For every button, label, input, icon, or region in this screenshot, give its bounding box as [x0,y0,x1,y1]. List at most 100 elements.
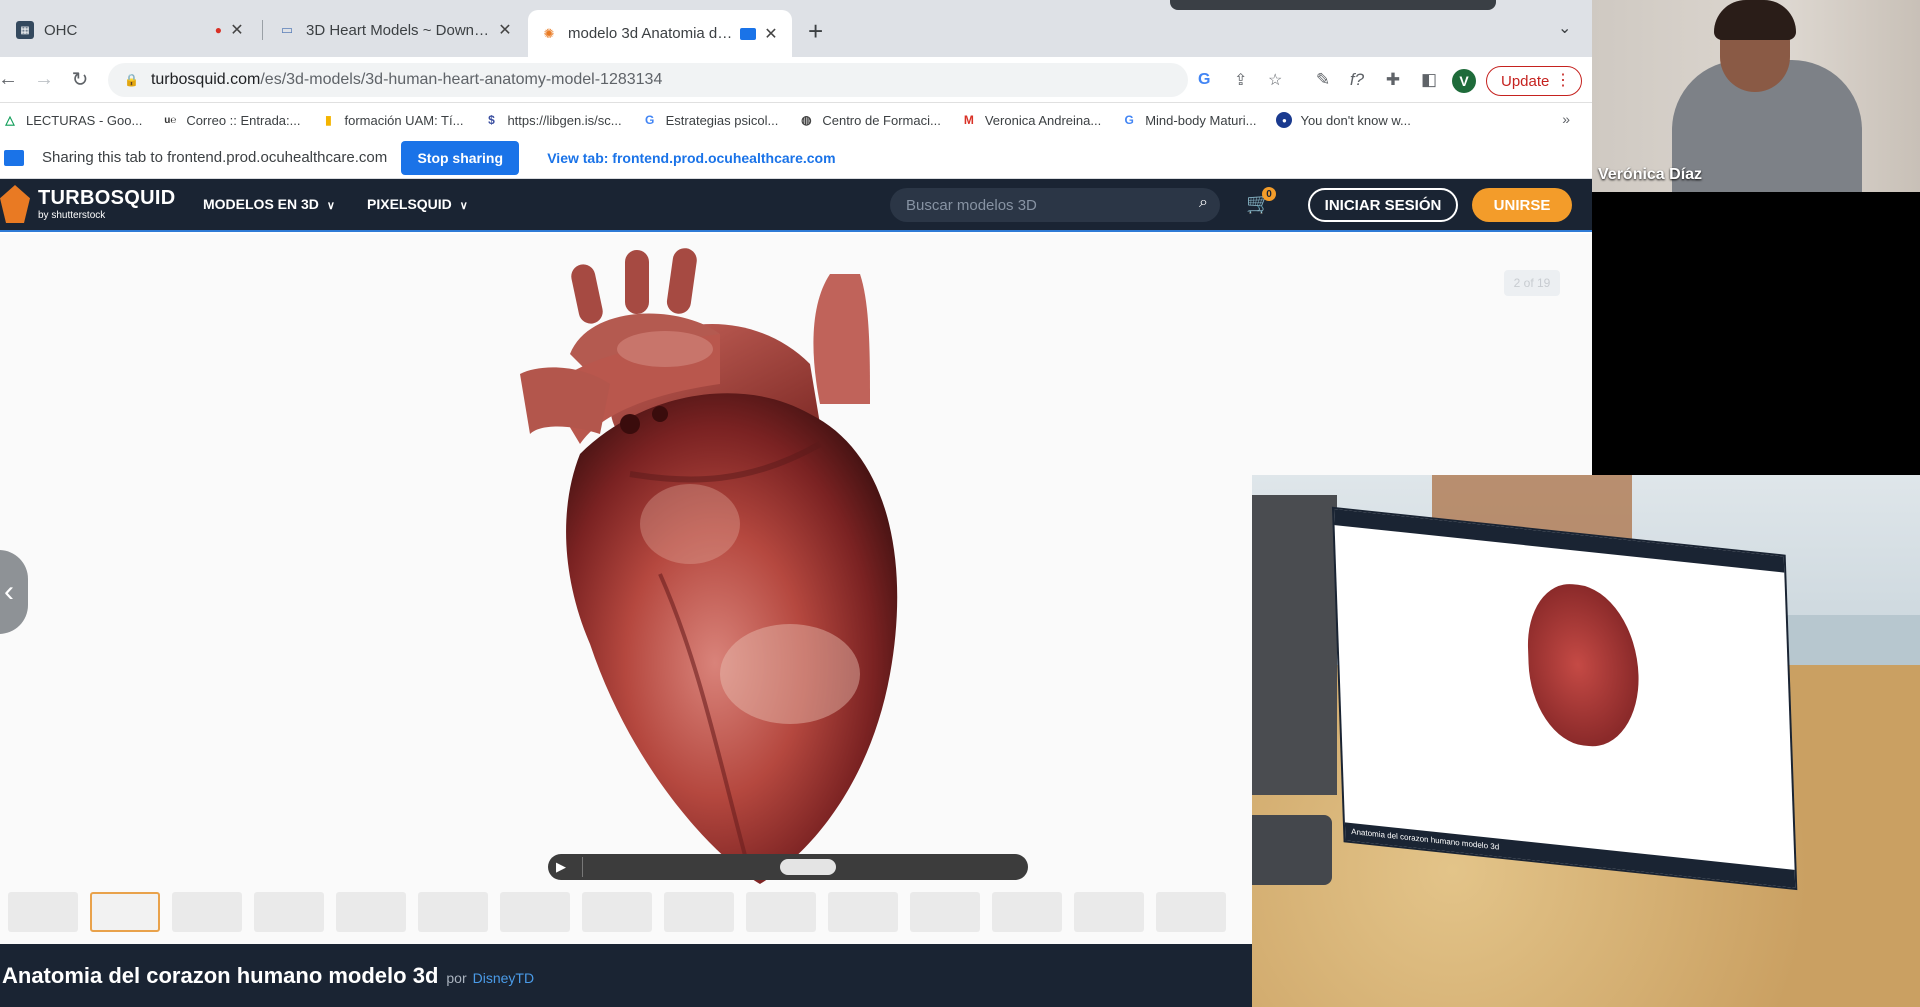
casting-icon [740,27,756,40]
close-icon[interactable]: ✕ [762,24,780,44]
bookmark-item[interactable]: M Veronica Andreina... [961,112,1101,128]
recording-icon: ● [214,23,222,37]
bookmark-item[interactable]: $ https://libgen.is/sc... [483,112,622,128]
cart-badge: 0 [1262,187,1276,201]
profile-avatar[interactable]: V [1452,69,1476,93]
view-tab-link[interactable]: View tab: frontend.prod.ocuhealthcare.co… [547,150,835,166]
vr-hand-icon [1252,815,1332,885]
thumbnail-item[interactable] [90,892,160,932]
bookmark-item[interactable]: ◍ Centro de Formaci... [798,112,941,128]
login-button[interactable]: INICIAR SESIÓN [1308,188,1458,222]
thumbnail-item[interactable] [828,892,898,932]
close-icon[interactable]: ✕ [496,20,514,40]
update-button[interactable]: Update ⋮ [1486,66,1582,96]
site-navbar: TURBOSQUID by shutterstock MODELOS EN 3D… [0,179,1592,232]
thumbnail-item[interactable] [582,892,652,932]
bookmarks-overflow-icon[interactable]: » [1562,111,1570,127]
more-icon[interactable]: ⋮ [1555,70,1571,90]
browser-toolbar: ← → ↻ 🔒 turbosquid.com/es/3d-models/3d-h… [0,57,1592,103]
search-icon[interactable]: ⌕ [1199,194,1208,212]
squid-logo-icon [0,185,30,223]
bookmark-item[interactable]: u℮ Correo :: Entrada:... [162,112,300,128]
back-icon[interactable]: ← [0,65,22,93]
sharing-message: Sharing this tab to frontend.prod.ocuhea… [42,149,388,166]
chevron-down-icon: ∨ [459,200,468,212]
forward-icon[interactable]: → [30,65,58,93]
thumbnail-item[interactable] [172,892,242,932]
close-icon[interactable]: ✕ [228,20,246,40]
vr-heart-model [1525,579,1642,752]
site-icon: ● [1276,112,1293,128]
bookmark-icon: ▮ [325,113,332,127]
model-title: Anatomia del corazon humano modelo 3d [2,962,439,988]
gmail-icon: M [963,113,974,127]
thumbnail-item[interactable] [336,892,406,932]
author-link[interactable]: DisneyTD [473,970,534,986]
bookmark-item[interactable]: G Estrategias psicol... [642,112,778,128]
star-icon[interactable]: ☆ [1268,70,1282,90]
lock-icon: 🔒 [124,73,139,87]
by-label: por [446,969,467,986]
image-counter: 2 of 19 [1504,270,1560,296]
google-icon: G [1124,113,1134,127]
thumbnail-item[interactable] [254,892,324,932]
bookmark-item[interactable]: ● You don't know w... [1276,112,1411,128]
tab-heart-models[interactable]: ▭ 3D Heart Models ~ Download ✕ [266,10,526,50]
model-search-input[interactable]: Buscar modelos 3D ⌕ [890,188,1220,222]
tab-title: OHC [44,21,78,39]
blank-video-tile [1592,192,1920,475]
tab-ohc[interactable]: ▦ OHC ● ✕ [4,10,258,50]
tab-title: modelo 3d Anatomia del c [568,25,734,42]
page-icon: ▭ [280,22,294,37]
rotation-slider[interactable]: ▶ [548,854,1028,880]
thumbnail-item[interactable] [664,892,734,932]
vr-view-tile: Anatomia del corazon humano modelo 3d [1252,475,1920,1007]
turbosquid-logo[interactable]: TURBOSQUID by shutterstock [0,185,175,223]
mail-icon: u℮ [164,114,177,126]
turbosquid-icon: ✺ [543,25,555,41]
thumbnail-item[interactable] [1074,892,1144,932]
formula-icon[interactable]: f? [1346,69,1368,91]
brand-name: TURBOSQUID [38,187,176,209]
search-placeholder: Buscar modelos 3D [906,196,1037,214]
thumbnail-item[interactable] [8,892,78,932]
participant-video-tile: Verónica Díaz [1592,0,1920,192]
participant-name: Verónica Díaz [1598,166,1703,183]
address-bar[interactable]: 🔒 turbosquid.com/es/3d-models/3d-human-h… [108,63,1282,97]
share-indicator [1170,0,1496,10]
sidepanel-icon[interactable]: ◧ [1418,69,1440,91]
thumbnail-item[interactable] [1156,892,1226,932]
new-tab-icon[interactable]: + [808,16,823,47]
slider-handle[interactable] [780,859,836,875]
thumbnail-item[interactable] [910,892,980,932]
stop-sharing-button[interactable]: Stop sharing [401,140,520,175]
thumbnail-item[interactable] [746,892,816,932]
bookmark-item[interactable]: △ LECTURAS - Goo... [2,112,142,128]
extensions-icon[interactable]: ✚ [1382,69,1404,91]
thumbnail-item[interactable] [992,892,1062,932]
eyedropper-icon[interactable]: ✎ [1312,69,1334,91]
join-button[interactable]: UNIRSE [1472,188,1572,222]
thumbnail-item[interactable] [418,892,488,932]
chevron-down-icon: ∨ [326,200,335,212]
tab-strip: ▦ OHC ● ✕ ▭ 3D Heart Models ~ Download ✕… [0,0,1592,57]
google-translate-icon[interactable]: G [1198,71,1210,89]
update-label: Update [1501,72,1550,90]
thumbnail-item[interactable] [500,892,570,932]
menu-models-3d[interactable]: MODELOS EN 3D ∨ [203,196,335,212]
bookmark-item[interactable]: ▮ formación UAM: Tí... [320,112,463,128]
tab-turbosquid[interactable]: ✺ modelo 3d Anatomia del c ✕ [528,10,792,57]
bookmarks-bar: △ LECTURAS - Goo... u℮ Correo :: Entrada:.… [0,103,1592,137]
previous-arrow-icon[interactable]: ‹ [0,550,28,634]
tab-search-icon[interactable]: ⌄ [1558,18,1571,38]
tab-sharing-bar: Sharing this tab to frontend.prod.ocuhea… [0,137,1592,179]
share-icon[interactable]: ⇪ [1234,70,1247,90]
tab-title: 3D Heart Models ~ Download [306,21,490,39]
reload-icon[interactable]: ↻ [66,65,94,93]
bookmark-item[interactable]: G Mind-body Maturi... [1121,112,1257,128]
vr-browser-screen: Anatomia del corazon humano modelo 3d [1334,509,1796,888]
menu-pixelsquid[interactable]: PIXELSQUID ∨ [367,196,468,212]
google-icon: G [644,113,655,127]
screen-share-icon [4,149,24,166]
play-icon[interactable]: ▶ [556,859,566,875]
